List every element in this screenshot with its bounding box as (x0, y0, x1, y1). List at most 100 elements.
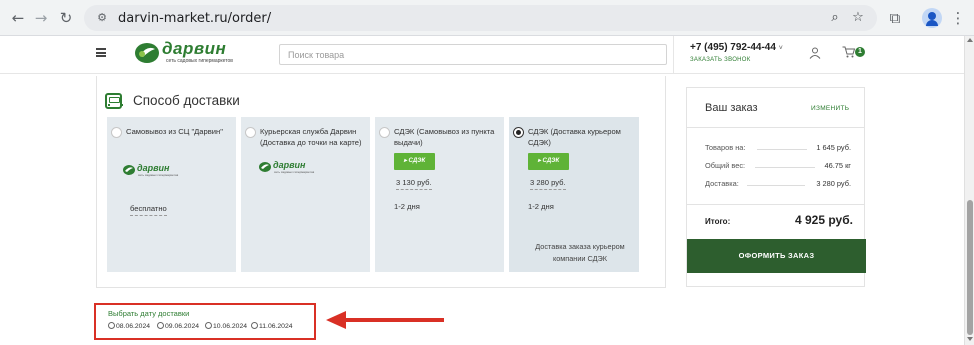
site-header: дарвин сеть садовых гипермаркетов +7 (49… (0, 36, 964, 74)
logo-subtitle: сеть садовых гипермаркетов (166, 58, 233, 64)
user-icon[interactable] (809, 47, 821, 59)
dotted-leader (747, 185, 805, 186)
callback-link[interactable]: ЗАКАЗАТЬ ЗВОНОК (690, 57, 751, 63)
delivery-date-picker: Выбрать дату доставки 08.06.2024 09.06.2… (94, 303, 316, 340)
annotation-arrow-icon (326, 311, 346, 329)
dotted-leader (757, 149, 807, 150)
darvin-logo: дарвин сеть садовых гипермаркетов (259, 160, 319, 176)
radio-button[interactable] (245, 127, 256, 138)
truck-icon (105, 93, 123, 109)
search-input[interactable] (280, 45, 666, 65)
delivery-option-label: Курьерская служба Дарвин (Доставка до то… (260, 127, 362, 147)
radio-button[interactable] (205, 322, 212, 329)
more-menu-icon[interactable]: ⋮ (948, 8, 968, 28)
logo-leaf-icon (135, 43, 159, 63)
bookmark-star-icon[interactable]: ☆ (850, 10, 866, 26)
delivery-date-title: Выбрать дату доставки (108, 309, 190, 318)
date-option-label: 10.06.2024 (213, 323, 248, 330)
url-text[interactable]: darvin-market.ru/order/ (118, 11, 271, 26)
delivery-option-pickup-darvin[interactable]: Самовывоз из СЦ "Дарвин" дарвин сеть сад… (107, 117, 236, 272)
order-row-delivery: Доставка: 3 280 руб. (705, 179, 851, 189)
logo-leaf-icon (123, 165, 135, 175)
order-total-label: Итого: (705, 217, 731, 226)
date-option[interactable]: 08.06.2024 (108, 322, 150, 332)
mini-logo-subtitle: сеть садовых гипермаркетов (274, 170, 315, 174)
order-row-label: Доставка: (705, 179, 739, 188)
order-row-value: 46.75 кг (824, 161, 851, 170)
delivery-option-label: Самовывоз из СЦ "Дарвин" (126, 127, 223, 136)
delivery-option-cdek-courier[interactable]: СДЭК (Доставка курьером СДЭК) ▸ СДЭК 3 2… (509, 117, 639, 272)
annotation-arrow-shaft (344, 318, 444, 322)
site-info-icon[interactable]: ⚙ (94, 10, 110, 26)
delivery-method-section: Способ доставки Самовывоз из СЦ "Дарвин"… (96, 76, 666, 288)
scroll-up-arrow-icon[interactable] (967, 38, 973, 42)
browser-toolbar: ← → ↻ ⚙ darvin-market.ru/order/ ⌕ ☆ ⧉ ⋮ (0, 0, 974, 36)
date-option[interactable]: 10.06.2024 (205, 322, 247, 332)
logo-leaf-icon (259, 162, 271, 172)
cdek-logo-text: СДЭК (408, 158, 426, 164)
profile-icon[interactable] (922, 8, 942, 28)
divider (687, 127, 864, 128)
date-option[interactable]: 09.06.2024 (157, 322, 199, 332)
order-row-goods: Товаров на: 1 645 руб. (705, 143, 851, 153)
order-row-weight: Общий вес: 46.75 кг (705, 161, 851, 171)
delivery-option-label: СДЭК (Самовывоз из пункта выдачи) (394, 127, 495, 147)
delivery-days: 1-2 дня (394, 202, 420, 211)
back-icon[interactable]: ← (8, 8, 28, 28)
mini-logo-word: дарвин (137, 163, 170, 173)
cart-count-badge[interactable]: 1 (855, 47, 865, 57)
cart-icon[interactable] (842, 46, 856, 58)
scrollbar-thumb[interactable] (967, 200, 973, 335)
delivery-option-cdek-pickup[interactable]: СДЭК (Самовывоз из пункта выдачи) ▸ СДЭК… (375, 117, 504, 272)
order-summary: Ваш заказ ИЗМЕНИТЬ Товаров на: 1 645 руб… (686, 87, 866, 287)
order-row-value: 1 645 руб. (816, 143, 851, 152)
order-row-value: 3 280 руб. (816, 179, 851, 188)
delivery-price: 3 130 руб. (396, 178, 432, 190)
divider (687, 204, 864, 205)
delivery-option-label: СДЭК (Доставка курьером СДЭК) (528, 127, 621, 147)
date-option-label: 08.06.2024 (116, 323, 151, 330)
order-total-value: 4 925 руб. (795, 213, 853, 227)
zoom-icon[interactable]: ⌕ (827, 10, 843, 26)
phone-number[interactable]: +7 (495) 792-44-44 ˅ (690, 42, 783, 53)
radio-button-selected[interactable] (513, 127, 524, 138)
dotted-leader (755, 167, 815, 168)
mini-logo-subtitle: сеть садовых гипермаркетов (138, 173, 179, 177)
menu-icon[interactable] (96, 48, 106, 57)
cdek-logo-text: СДЭК (542, 158, 560, 164)
order-row-label: Товаров на: (705, 143, 746, 152)
page-scrollbar[interactable] (964, 36, 974, 345)
order-title: Ваш заказ (705, 102, 758, 114)
forward-icon[interactable]: → (31, 8, 51, 28)
radio-button[interactable] (108, 322, 115, 329)
scroll-down-arrow-icon[interactable] (967, 337, 973, 341)
radio-button[interactable] (111, 127, 122, 138)
delivery-method-title: Способ доставки (133, 93, 240, 108)
delivery-days: 1-2 дня (528, 202, 554, 211)
delivery-note: Доставка заказа курьером компании СДЭК (535, 242, 625, 263)
order-edit-link[interactable]: ИЗМЕНИТЬ (811, 105, 849, 112)
order-row-label: Общий вес: (705, 161, 746, 170)
mini-logo-word: дарвин (273, 160, 306, 170)
date-option[interactable]: 11.06.2024 (251, 322, 293, 332)
extensions-icon[interactable]: ⧉ (885, 8, 905, 28)
address-bar[interactable]: ⚙ darvin-market.ru/order/ ⌕ ☆ (84, 5, 877, 31)
date-option-label: 11.06.2024 (259, 323, 293, 330)
radio-button[interactable] (251, 322, 258, 329)
phone-text: +7 (495) 792-44-44 (690, 42, 776, 53)
radio-button[interactable] (379, 127, 390, 138)
delivery-price: бесплатно (130, 204, 167, 216)
reload-icon[interactable]: ↻ (56, 8, 76, 28)
logo-word: дарвин (162, 39, 227, 58)
radio-button[interactable] (157, 322, 164, 329)
cdek-logo: ▸ СДЭК (394, 153, 435, 170)
date-option-label: 09.06.2024 (165, 323, 200, 330)
checkout-button[interactable]: ОФОРМИТЬ ЗАКАЗ (687, 239, 866, 273)
delivery-price: 3 280 руб. (530, 178, 566, 190)
search-field[interactable] (279, 44, 667, 65)
chevron-down-icon[interactable]: ˅ (779, 45, 783, 52)
delivery-option-darvin-courier[interactable]: Курьерская служба Дарвин (Доставка до то… (241, 117, 370, 272)
cdek-logo: ▸ СДЭК (528, 153, 569, 170)
darvin-logo: дарвин сеть садовых гипермаркетов (123, 163, 183, 179)
logo[interactable]: дарвин сеть садовых гипермаркетов (134, 39, 242, 66)
